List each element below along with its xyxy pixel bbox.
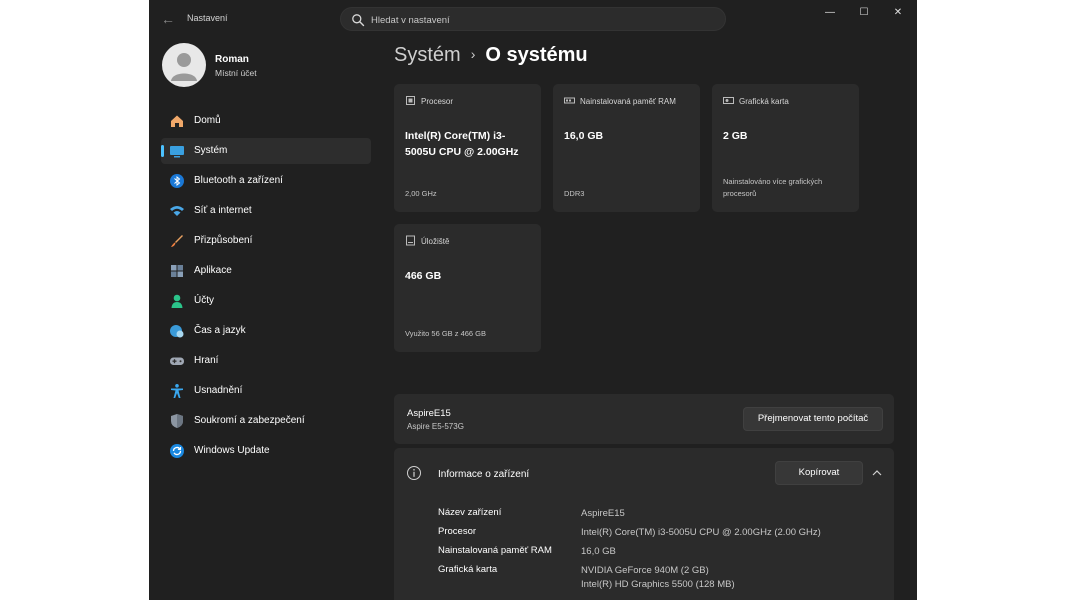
gpu-card: Grafická karta 2 GB Nainstalováno více g…: [712, 84, 859, 212]
card-value: 2 GB: [723, 130, 748, 142]
card-value: Intel(R) Core(TM) i3-5005U CPU @ 2.00GHz: [405, 130, 519, 158]
graphics-card-icon: [723, 97, 734, 104]
wifi-icon: [170, 206, 184, 216]
sidebar-item-time-language[interactable]: Čas a jazyk: [161, 318, 371, 344]
account-type: Místní účet: [215, 68, 257, 78]
info-section-title: Informace o zařízení: [438, 469, 530, 480]
accessibility-icon: [171, 384, 183, 398]
breadcrumb-parent[interactable]: Systém: [394, 44, 461, 66]
sidebar-item-label: Aplikace: [194, 265, 232, 276]
cpu-card: Procesor Intel(R) Core(TM) i3-5005U CPU …: [394, 84, 541, 212]
storage-card: Úložiště 466 GB Využito 56 GB z 466 GB: [394, 224, 541, 352]
sidebar-item-privacy[interactable]: Soukromí a zabezpečení: [161, 408, 371, 434]
sidebar-item-gaming[interactable]: Hraní: [161, 348, 371, 374]
breadcrumb-separator: ›: [470, 46, 476, 62]
sidebar-item-label: Účty: [194, 295, 214, 306]
settings-window: ← Nastavení — ☐ ✕ Roman Místní účet Domů: [149, 0, 917, 600]
breadcrumb: Systém › O systému: [394, 44, 588, 72]
sidebar-item-home[interactable]: Domů: [161, 108, 371, 134]
spec-label: Grafická karta: [438, 564, 498, 575]
card-subtext: Využito 56 GB z 466 GB: [405, 329, 487, 338]
device-model: Aspire E5-573G: [407, 422, 464, 431]
spec-value: 16,0 GB: [581, 546, 616, 557]
device-name: AspireE15: [407, 408, 451, 419]
page-title: O systému: [485, 44, 588, 66]
brush-icon: [171, 235, 183, 247]
sidebar-item-label: Síť a internet: [194, 205, 252, 216]
card-value: 466 GB: [405, 270, 442, 282]
sidebar-item-label: Domů: [194, 115, 221, 126]
card-subtext: DDR3: [564, 189, 585, 198]
device-info-panel: Informace o zařízení Kopírovat Název zař…: [394, 448, 894, 600]
spec-value: AspireE15: [581, 508, 625, 519]
sidebar-item-label: Windows Update: [194, 445, 270, 456]
globe-clock-icon: [170, 325, 184, 338]
spec-value-secondary: Intel(R) HD Graphics 5500 (128 MB): [581, 579, 735, 590]
ram-card: Nainstalovaná paměť RAM 16,0 GB DDR3: [553, 84, 700, 212]
spec-value: Intel(R) Core(TM) i3-5005U CPU @ 2.00GHz…: [581, 527, 821, 538]
sidebar-item-label: Přizpůsobení: [194, 235, 253, 246]
apps-icon: [171, 265, 183, 277]
memory-icon: [564, 97, 575, 104]
user-icon: [171, 53, 197, 81]
gamepad-icon: [170, 357, 184, 365]
search-icon: [352, 14, 365, 27]
minimize-button[interactable]: —: [815, 4, 845, 22]
sidebar-item-accounts[interactable]: Účty: [161, 288, 371, 314]
sidebar-item-bluetooth[interactable]: Bluetooth a zařízení: [161, 168, 371, 194]
accounts-icon: [171, 294, 183, 308]
sidebar-item-system[interactable]: Systém: [161, 138, 371, 164]
search-box[interactable]: [340, 7, 726, 31]
bluetooth-icon: [170, 174, 184, 188]
sidebar-item-label: Bluetooth a zařízení: [194, 175, 283, 186]
spec-value: NVIDIA GeForce 940M (2 GB): [581, 565, 709, 576]
avatar[interactable]: [162, 43, 206, 87]
card-label: Nainstalovaná paměť RAM: [580, 97, 676, 106]
sidebar-item-label: Usnadnění: [194, 385, 243, 396]
storage-icon: [406, 235, 415, 246]
sidebar-item-label: Čas a jazyk: [194, 325, 246, 336]
chevron-up-icon[interactable]: [870, 466, 884, 480]
sidebar-nav: Domů Systém Bluetooth a zařízení Síť a i…: [161, 108, 371, 468]
card-label: Grafická karta: [739, 97, 789, 106]
home-icon: [171, 115, 183, 127]
sidebar-item-accessibility[interactable]: Usnadnění: [161, 378, 371, 404]
app-title: Nastavení: [187, 13, 228, 23]
spec-label: Nainstalovaná paměť RAM: [438, 545, 552, 556]
close-button[interactable]: ✕: [883, 4, 913, 22]
user-name: Roman: [215, 54, 249, 65]
processor-icon: [406, 96, 415, 105]
rename-pc-button[interactable]: Přejmenovat tento počítač: [743, 407, 883, 431]
back-button[interactable]: ←: [157, 8, 179, 30]
sidebar-item-label: Hraní: [194, 355, 219, 366]
info-icon: [407, 466, 421, 480]
spec-label: Procesor: [438, 526, 477, 537]
copy-button[interactable]: Kopírovat: [775, 461, 863, 485]
system-icon: [170, 146, 184, 158]
maximize-button[interactable]: ☐: [849, 4, 879, 22]
sidebar-item-personalization[interactable]: Přizpůsobení: [161, 228, 371, 254]
device-name-row: AspireE15 Aspire E5-573G Přejmenovat ten…: [394, 394, 894, 444]
update-icon: [170, 444, 184, 458]
sidebar-item-network[interactable]: Síť a internet: [161, 198, 371, 224]
sidebar-item-label: Systém: [194, 145, 228, 156]
sidebar-item-label: Soukromí a zabezpečení: [194, 415, 305, 426]
shield-icon: [171, 414, 183, 428]
sidebar-item-windows-update[interactable]: Windows Update: [161, 438, 371, 464]
search-input[interactable]: [371, 12, 711, 28]
card-label: Procesor: [421, 97, 454, 106]
card-value: 16,0 GB: [564, 130, 604, 142]
spec-label: Název zařízení: [438, 507, 502, 518]
card-subtext: Nainstalováno více grafických procesorů: [723, 177, 823, 198]
title-bar: ← Nastavení — ☐ ✕: [149, 0, 917, 38]
card-label: Úložiště: [421, 237, 450, 246]
sidebar-item-apps[interactable]: Aplikace: [161, 258, 371, 284]
card-subtext: 2,00 GHz: [405, 189, 437, 198]
